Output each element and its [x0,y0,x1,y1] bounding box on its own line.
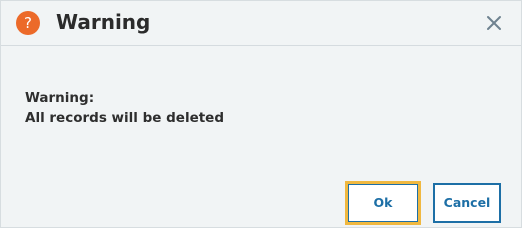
warning-dialog: ? Warning Warning: All records will be d… [0,0,522,228]
cancel-button[interactable]: Cancel [433,183,501,223]
dialog-message: Warning: All records will be deleted [25,88,224,128]
close-button[interactable] [483,12,505,34]
message-heading: Warning: [25,90,95,106]
message-text: All records will be deleted [25,110,224,126]
question-icon: ? [16,11,40,35]
dialog-header: ? Warning [1,1,521,46]
close-icon [487,16,501,30]
ok-button[interactable]: Ok [345,181,421,225]
dialog-title: Warning [56,10,151,34]
